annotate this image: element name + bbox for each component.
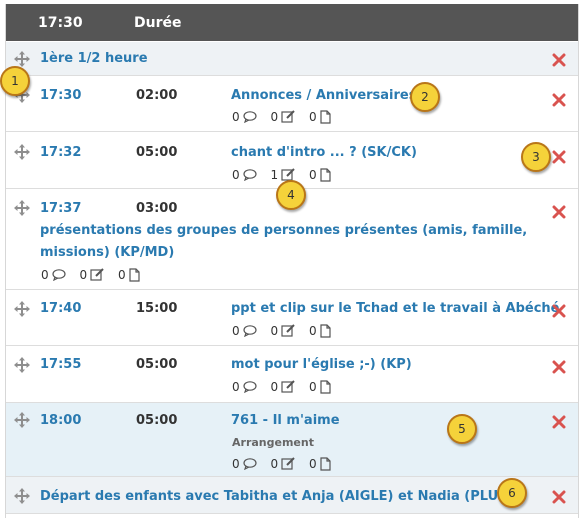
file-icon[interactable]: [319, 456, 331, 471]
item-title[interactable]: ppt et clip sur le Tchad et le travail à…: [231, 301, 560, 316]
comment-icon[interactable]: [243, 324, 257, 337]
item-title[interactable]: 761 - Il m'aime: [231, 413, 340, 428]
callout-badge: 6: [497, 478, 527, 508]
file-icon[interactable]: [319, 379, 331, 394]
files-count: 0: [308, 379, 317, 394]
item-counters: 0 0 0: [41, 267, 150, 282]
item-title[interactable]: présentations des groupes de personnes p…: [40, 220, 530, 264]
item-counters: 0 0 0: [232, 109, 341, 124]
notes-count: 0: [270, 109, 279, 124]
notes-count: 0: [79, 267, 88, 282]
item-duration: 15:00: [136, 301, 178, 316]
edit-note-icon[interactable]: [281, 168, 295, 181]
plan-item-row-selected[interactable]: 18:00 05:00 761 - Il m'aime Arrangement …: [6, 403, 578, 477]
move-icon[interactable]: [14, 200, 30, 216]
comments-count: 0: [232, 323, 240, 338]
plan-table: 17:30 Durée 1ère 1/2 heure 17:30 02:00 A…: [5, 4, 579, 518]
notes-count: 0: [270, 379, 279, 394]
files-count: 0: [308, 456, 317, 471]
item-title[interactable]: chant d'intro ... ? (SK/CK): [231, 145, 417, 160]
notes-count: 0: [270, 456, 279, 471]
table-header: 17:30 Durée: [6, 4, 578, 41]
move-icon[interactable]: [14, 357, 30, 373]
item-title[interactable]: Annonces / Anniversaires: [231, 88, 416, 103]
item-time[interactable]: 17:30: [40, 88, 81, 103]
callout-badge: 3: [521, 142, 551, 172]
delete-icon[interactable]: [552, 205, 566, 219]
comment-icon[interactable]: [243, 110, 257, 123]
notes-count: 0: [270, 323, 279, 338]
delete-icon[interactable]: [552, 93, 566, 107]
plan-item-row[interactable]: 17:55 05:00 mot pour l'église ;-) (KP) 0…: [6, 346, 578, 403]
callout-badge: 5: [447, 414, 477, 444]
delete-icon[interactable]: [552, 150, 566, 164]
move-icon[interactable]: [14, 488, 30, 504]
item-counters: 0 0 0: [232, 323, 341, 338]
item-duration: 05:00: [136, 413, 178, 428]
comments-count: 0: [232, 167, 240, 182]
edit-note-icon[interactable]: [281, 457, 295, 470]
item-time[interactable]: 17:55: [40, 357, 81, 372]
comment-icon[interactable]: [243, 168, 257, 181]
file-icon[interactable]: [319, 109, 331, 124]
comment-icon[interactable]: [243, 457, 257, 470]
comments-count: 0: [232, 379, 240, 394]
section-row: 1ère 1/2 heure: [6, 42, 578, 76]
file-icon[interactable]: [319, 323, 331, 338]
delete-icon[interactable]: [552, 360, 566, 374]
plan-item-row[interactable]: 17:30 02:00 Annonces / Anniversaires 0 0…: [6, 76, 578, 132]
files-count: 0: [308, 167, 317, 182]
edit-note-icon[interactable]: [281, 324, 295, 337]
move-icon[interactable]: [14, 144, 30, 160]
item-duration: 05:00: [136, 145, 178, 160]
section-title[interactable]: 1ère 1/2 heure: [40, 51, 148, 66]
files-count: 0: [308, 109, 317, 124]
section-row: Départ des enfants avec Tabitha et Anja …: [6, 477, 578, 514]
delete-icon[interactable]: [552, 490, 566, 504]
delete-icon[interactable]: [552, 53, 566, 67]
move-icon[interactable]: [14, 301, 30, 317]
item-title[interactable]: mot pour l'église ;-) (KP): [231, 357, 412, 372]
item-time[interactable]: 17:32: [40, 145, 81, 160]
plan-item-row[interactable]: 17:40 15:00 ppt et clip sur le Tchad et …: [6, 290, 578, 346]
item-counters: 0 0 0: [232, 456, 341, 471]
move-icon[interactable]: [14, 412, 30, 428]
comment-icon[interactable]: [243, 380, 257, 393]
file-icon[interactable]: [128, 267, 140, 282]
comments-count: 0: [232, 109, 240, 124]
item-time[interactable]: 17:37: [40, 201, 81, 216]
callout-badge: 1: [0, 66, 30, 96]
files-count: 0: [117, 267, 126, 282]
delete-icon[interactable]: [552, 304, 566, 318]
item-subtitle: Arrangement: [232, 436, 314, 449]
item-duration: 05:00: [136, 357, 178, 372]
header-time: 17:30: [38, 15, 83, 31]
item-counters: 0 0 0: [232, 379, 341, 394]
comments-count: 0: [232, 456, 240, 471]
move-icon[interactable]: [14, 51, 30, 67]
callout-badge: 2: [410, 82, 440, 112]
item-counters: 0 1 0: [232, 167, 341, 182]
item-duration: 02:00: [136, 88, 178, 103]
item-duration: 03:00: [136, 201, 178, 216]
file-icon[interactable]: [319, 167, 331, 182]
comments-count: 0: [41, 267, 49, 282]
header-duration: Durée: [134, 15, 182, 31]
section-title[interactable]: Départ des enfants avec Tabitha et Anja …: [40, 489, 526, 504]
edit-note-icon[interactable]: [90, 268, 104, 281]
delete-icon[interactable]: [552, 415, 566, 429]
edit-note-icon[interactable]: [281, 110, 295, 123]
edit-note-icon[interactable]: [281, 380, 295, 393]
comment-icon[interactable]: [52, 268, 66, 281]
item-time[interactable]: 18:00: [40, 413, 81, 428]
item-time[interactable]: 17:40: [40, 301, 81, 316]
callout-badge: 4: [276, 180, 306, 210]
notes-count: 1: [270, 167, 279, 182]
files-count: 0: [308, 323, 317, 338]
